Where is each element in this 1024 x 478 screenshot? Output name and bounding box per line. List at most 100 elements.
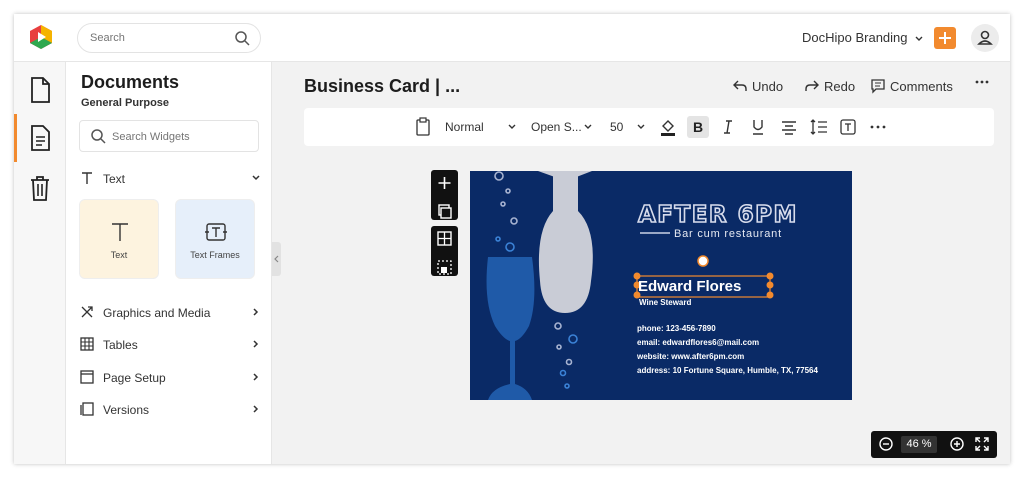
select-area-icon[interactable] [431,256,458,281]
dochipo-logo[interactable] [28,24,54,50]
contact-website: website: www.after6pm.com [636,352,744,361]
fullscreen-icon[interactable] [974,436,990,452]
zoom-number: 46 [906,438,919,450]
app-window: DocHipo Branding Documents General Purpo… [14,14,1010,464]
versions-icon [80,402,94,416]
search-icon [91,129,106,144]
business-card-canvas[interactable]: AFTER 6PM Bar cum restaurant Edward Flor… [470,171,852,400]
text-frame-icon [205,223,227,241]
section-page-setup[interactable]: Page Setup [79,367,262,389]
text-icon [112,223,128,241]
widget-search[interactable] [79,120,259,152]
chevron-down-icon [637,124,645,129]
rotate-handle [697,255,709,267]
undo-icon [733,80,747,91]
user-account-button[interactable] [971,24,999,52]
chevron-right-icon [253,308,259,316]
trash-icon[interactable] [27,174,53,202]
search-input[interactable] [90,30,230,46]
font-family-select[interactable]: Open S... [531,117,595,137]
text-style-select[interactable]: Normal [445,117,521,137]
undo-button[interactable]: Undo [732,78,783,94]
chevron-left-icon [274,255,279,263]
widget-card-text[interactable]: Text [79,199,159,279]
add-icon[interactable] [431,170,458,195]
documents-icon[interactable] [27,124,53,152]
text-frame-icon[interactable] [837,116,859,138]
chevron-down-icon [915,36,923,41]
contact-address: address: 10 Fortune Square, Humble, TX, … [637,366,819,375]
page-icon[interactable] [27,76,53,104]
widget-card-text-frames[interactable]: Text Frames [175,199,255,279]
comment-icon [871,79,885,94]
section-label: Graphics and Media [103,306,211,320]
widget-search-input[interactable] [112,129,252,145]
table-icon [80,337,94,351]
text-icon [82,172,92,184]
tagline: Bar cum restaurant [674,228,782,240]
italic-icon[interactable] [717,116,739,138]
underline-icon[interactable] [747,116,769,138]
section-tables[interactable]: Tables [79,334,262,356]
brand-name: AFTER 6PM [638,202,798,228]
widget-card-label: Text [110,250,128,260]
wine-glass-graphic [538,171,593,313]
font-size-select[interactable]: 50 [610,117,650,137]
person-name: Edward Flores [638,278,741,295]
section-text-label: Text [103,172,126,186]
zoom-value[interactable]: 46 % [901,436,937,453]
line-height-icon[interactable] [808,116,830,138]
chevron-right-icon [253,340,259,348]
active-indicator [14,114,17,162]
bold-icon[interactable]: B [687,116,709,138]
branding-dropdown[interactable]: DocHipo Branding [802,30,924,45]
more-icon [975,80,989,84]
panel-title: Documents [81,72,180,92]
chevron-right-icon [253,373,259,381]
chevron-down-icon [508,124,516,129]
grid-icon[interactable] [431,226,458,251]
format-toolbar: Normal Open S... 50 B [304,108,994,146]
panel-subtitle: General Purpose [81,97,170,109]
more-menu-button[interactable] [974,74,994,92]
fill-color-icon[interactable] [657,116,679,138]
section-label: Tables [103,338,138,352]
document-title[interactable]: Business Card | ... [304,76,460,97]
section-text[interactable]: Text [79,168,262,190]
text-style-value: Normal [445,120,484,134]
duplicate-icon[interactable] [431,200,458,225]
zoom-out-icon[interactable] [878,436,894,452]
card-artwork: AFTER 6PM Bar cum restaurant Edward Flor… [486,171,819,400]
global-search[interactable] [77,23,261,53]
top-bar: DocHipo Branding [14,14,1010,62]
zoom-unit: % [921,438,932,450]
comments-button[interactable]: Comments [870,78,953,94]
widgets-panel: Documents General Purpose Text Text Text… [66,62,272,464]
undo-label: Undo [752,79,784,94]
search-icon[interactable] [234,30,250,46]
panel-collapse-handle[interactable] [272,242,281,276]
section-graphics-media[interactable]: Graphics and Media [79,302,262,324]
page-setup-icon [80,370,94,384]
chevron-right-icon [253,405,259,413]
widget-card-label: Text Frames [190,250,240,260]
contact-email: email: edwardflores6@mail.com [637,338,759,347]
zoom-in-icon[interactable] [949,436,965,452]
clipboard-icon[interactable] [412,116,434,138]
font-size-value: 50 [610,120,624,134]
redo-button[interactable]: Redo [804,78,855,94]
chevron-down-icon [252,175,260,181]
section-versions[interactable]: Versions [79,399,262,421]
create-new-button[interactable] [934,27,956,49]
svg-text:B: B [693,119,703,135]
redo-label: Redo [824,79,856,94]
section-label: Versions [103,403,150,417]
align-center-icon[interactable] [778,116,800,138]
contact-phone: phone: 123-456-7890 [637,324,716,333]
plus-icon [939,32,951,44]
more-options-icon[interactable] [867,116,889,138]
graphics-icon [81,306,93,318]
element-tools-top [431,170,458,220]
element-tools-bottom [431,226,458,276]
user-icon [977,30,993,45]
